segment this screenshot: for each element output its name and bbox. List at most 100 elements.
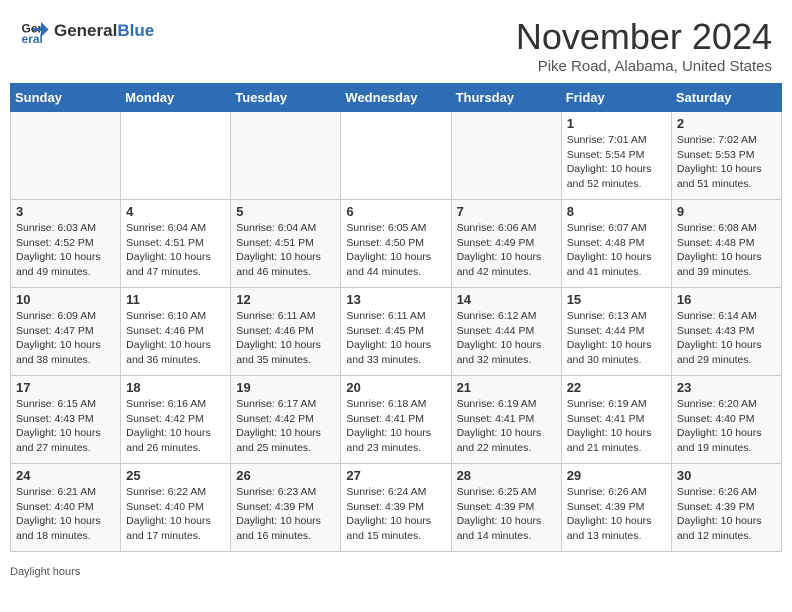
day-number: 25 bbox=[126, 468, 225, 483]
day-cell: 17 Sunrise: 6:15 AM Sunset: 4:43 PM Dayli… bbox=[11, 376, 121, 464]
day-number: 8 bbox=[567, 204, 666, 219]
day-info: Sunrise: 6:26 AM Sunset: 4:39 PM Dayligh… bbox=[677, 486, 762, 542]
day-cell: 16Sunrise: 6:14 AM Sunset: 4:43 PM Dayli… bbox=[671, 288, 781, 376]
day-info: Sunrise: 6:19 AM Sunset: 4:41 PM Dayligh… bbox=[457, 398, 542, 454]
day-cell: 28Sunrise: 6:25 AM Sunset: 4:39 PM Dayli… bbox=[451, 464, 561, 552]
day-number: 24 bbox=[16, 468, 115, 483]
day-number: 14 bbox=[457, 292, 556, 307]
day-number: 1 bbox=[567, 116, 666, 131]
day-info: Sunrise: 6:06 AM Sunset: 4:49 PM Dayligh… bbox=[457, 222, 542, 278]
header-cell-thursday: Thursday bbox=[451, 84, 561, 112]
day-number: 21 bbox=[457, 380, 556, 395]
header-cell-monday: Monday bbox=[121, 84, 231, 112]
day-cell: 3 Sunrise: 6:03 AM Sunset: 4:52 PM Daylig… bbox=[11, 200, 121, 288]
day-number: 23 bbox=[677, 380, 776, 395]
day-cell: 22Sunrise: 6:19 AM Sunset: 4:41 PM Dayli… bbox=[561, 376, 671, 464]
day-cell: 9Sunrise: 6:08 AM Sunset: 4:48 PM Daylig… bbox=[671, 200, 781, 288]
day-cell: 6 Sunrise: 6:05 AM Sunset: 4:50 PM Daylig… bbox=[341, 200, 451, 288]
day-info: Sunrise: 6:23 AM Sunset: 4:39 PM Dayligh… bbox=[236, 486, 321, 542]
day-cell: 24 Sunrise: 6:21 AM Sunset: 4:40 PM Dayli… bbox=[11, 464, 121, 552]
day-cell bbox=[451, 112, 561, 200]
day-number: 19 bbox=[236, 380, 335, 395]
header-cell-wednesday: Wednesday bbox=[341, 84, 451, 112]
week-row-1: 3 Sunrise: 6:03 AM Sunset: 4:52 PM Daylig… bbox=[11, 200, 782, 288]
day-cell: 15 Sunrise: 6:13 AM Sunset: 4:44 PM Dayli… bbox=[561, 288, 671, 376]
day-cell: 2 Sunrise: 7:02 AM Sunset: 5:53 PM Daylig… bbox=[671, 112, 781, 200]
day-number: 27 bbox=[346, 468, 445, 483]
day-number: 3 bbox=[16, 204, 115, 219]
day-cell: 20Sunrise: 6:18 AM Sunset: 4:41 PM Dayli… bbox=[341, 376, 451, 464]
header-cell-sunday: Sunday bbox=[11, 84, 121, 112]
day-info: Sunrise: 6:24 AM Sunset: 4:39 PM Dayligh… bbox=[346, 486, 431, 542]
day-cell bbox=[231, 112, 341, 200]
day-info: Sunrise: 6:12 AM Sunset: 4:44 PM Dayligh… bbox=[457, 310, 542, 366]
day-info: Sunrise: 7:02 AM Sunset: 5:53 PM Dayligh… bbox=[677, 134, 762, 190]
calendar-table: SundayMondayTuesdayWednesdayThursdayFrid… bbox=[10, 83, 782, 552]
day-cell: 7 Sunrise: 6:06 AM Sunset: 4:49 PM Daylig… bbox=[451, 200, 561, 288]
day-number: 26 bbox=[236, 468, 335, 483]
day-number: 15 bbox=[567, 292, 666, 307]
day-number: 2 bbox=[677, 116, 776, 131]
day-number: 7 bbox=[457, 204, 556, 219]
day-cell bbox=[121, 112, 231, 200]
day-info: Sunrise: 6:13 AM Sunset: 4:44 PM Dayligh… bbox=[567, 310, 652, 366]
day-number: 6 bbox=[346, 204, 445, 219]
day-cell: 1Sunrise: 7:01 AM Sunset: 5:54 PM Daylig… bbox=[561, 112, 671, 200]
day-info: Sunrise: 6:25 AM Sunset: 4:39 PM Dayligh… bbox=[457, 486, 542, 542]
day-cell: 26 Sunrise: 6:23 AM Sunset: 4:39 PM Dayli… bbox=[231, 464, 341, 552]
day-info: Sunrise: 6:09 AM Sunset: 4:47 PM Dayligh… bbox=[16, 310, 101, 366]
footer-note: Daylight hours bbox=[0, 562, 792, 582]
day-cell: 11 Sunrise: 6:10 AM Sunset: 4:46 PM Dayli… bbox=[121, 288, 231, 376]
day-cell: 21 Sunrise: 6:19 AM Sunset: 4:41 PM Dayli… bbox=[451, 376, 561, 464]
day-info: Sunrise: 6:04 AM Sunset: 4:51 PM Dayligh… bbox=[126, 222, 211, 278]
day-info: Sunrise: 6:21 AM Sunset: 4:40 PM Dayligh… bbox=[16, 486, 101, 542]
day-info: Sunrise: 6:05 AM Sunset: 4:50 PM Dayligh… bbox=[346, 222, 431, 278]
header-cell-saturday: Saturday bbox=[671, 84, 781, 112]
day-info: Sunrise: 6:26 AM Sunset: 4:39 PM Dayligh… bbox=[567, 486, 652, 542]
day-info: Sunrise: 6:10 AM Sunset: 4:46 PM Dayligh… bbox=[126, 310, 211, 366]
day-cell bbox=[11, 112, 121, 200]
day-info: Sunrise: 6:07 AM Sunset: 4:48 PM Dayligh… bbox=[567, 222, 652, 278]
logo-icon: Gen eral bbox=[20, 16, 50, 46]
day-cell: 13 Sunrise: 6:11 AM Sunset: 4:45 PM Dayli… bbox=[341, 288, 451, 376]
day-number: 13 bbox=[346, 292, 445, 307]
day-number: 5 bbox=[236, 204, 335, 219]
day-info: Sunrise: 6:11 AM Sunset: 4:46 PM Dayligh… bbox=[236, 310, 321, 366]
day-number: 20 bbox=[346, 380, 445, 395]
day-cell: 23 Sunrise: 6:20 AM Sunset: 4:40 PM Dayli… bbox=[671, 376, 781, 464]
week-row-3: 17 Sunrise: 6:15 AM Sunset: 4:43 PM Dayli… bbox=[11, 376, 782, 464]
day-info: Sunrise: 6:20 AM Sunset: 4:40 PM Dayligh… bbox=[677, 398, 762, 454]
title-area: November 2024 Pike Road, Alabama, United… bbox=[516, 16, 772, 75]
day-cell: 29 Sunrise: 6:26 AM Sunset: 4:39 PM Dayli… bbox=[561, 464, 671, 552]
day-info: Sunrise: 6:17 AM Sunset: 4:42 PM Dayligh… bbox=[236, 398, 321, 454]
header-cell-friday: Friday bbox=[561, 84, 671, 112]
day-cell: 12 Sunrise: 6:11 AM Sunset: 4:46 PM Dayli… bbox=[231, 288, 341, 376]
day-info: Sunrise: 6:03 AM Sunset: 4:52 PM Dayligh… bbox=[16, 222, 101, 278]
day-number: 10 bbox=[16, 292, 115, 307]
day-number: 29 bbox=[567, 468, 666, 483]
logo-general-text: General bbox=[54, 21, 117, 40]
day-number: 12 bbox=[236, 292, 335, 307]
day-info: Sunrise: 6:11 AM Sunset: 4:45 PM Dayligh… bbox=[346, 310, 431, 366]
day-info: Sunrise: 6:04 AM Sunset: 4:51 PM Dayligh… bbox=[236, 222, 321, 278]
header-row: SundayMondayTuesdayWednesdayThursdayFrid… bbox=[11, 84, 782, 112]
day-cell: 14 Sunrise: 6:12 AM Sunset: 4:44 PM Dayli… bbox=[451, 288, 561, 376]
day-number: 4 bbox=[126, 204, 225, 219]
day-cell: 19 Sunrise: 6:17 AM Sunset: 4:42 PM Dayli… bbox=[231, 376, 341, 464]
day-info: Sunrise: 6:14 AM Sunset: 4:43 PM Dayligh… bbox=[677, 310, 762, 366]
day-cell: 4 Sunrise: 6:04 AM Sunset: 4:51 PM Daylig… bbox=[121, 200, 231, 288]
day-cell: 8 Sunrise: 6:07 AM Sunset: 4:48 PM Daylig… bbox=[561, 200, 671, 288]
header-cell-tuesday: Tuesday bbox=[231, 84, 341, 112]
week-row-0: 1Sunrise: 7:01 AM Sunset: 5:54 PM Daylig… bbox=[11, 112, 782, 200]
svg-text:eral: eral bbox=[22, 32, 43, 46]
day-cell: 25Sunrise: 6:22 AM Sunset: 4:40 PM Dayli… bbox=[121, 464, 231, 552]
week-row-2: 10 Sunrise: 6:09 AM Sunset: 4:47 PM Dayli… bbox=[11, 288, 782, 376]
day-cell: 5 Sunrise: 6:04 AM Sunset: 4:51 PM Daylig… bbox=[231, 200, 341, 288]
day-cell: 27 Sunrise: 6:24 AM Sunset: 4:39 PM Dayli… bbox=[341, 464, 451, 552]
day-info: Sunrise: 6:08 AM Sunset: 4:48 PM Dayligh… bbox=[677, 222, 762, 278]
logo: Gen eral GeneralBlue bbox=[20, 16, 154, 46]
day-number: 17 bbox=[16, 380, 115, 395]
logo-blue-text: Blue bbox=[117, 21, 154, 40]
day-info: Sunrise: 6:15 AM Sunset: 4:43 PM Dayligh… bbox=[16, 398, 101, 454]
day-number: 11 bbox=[126, 292, 225, 307]
